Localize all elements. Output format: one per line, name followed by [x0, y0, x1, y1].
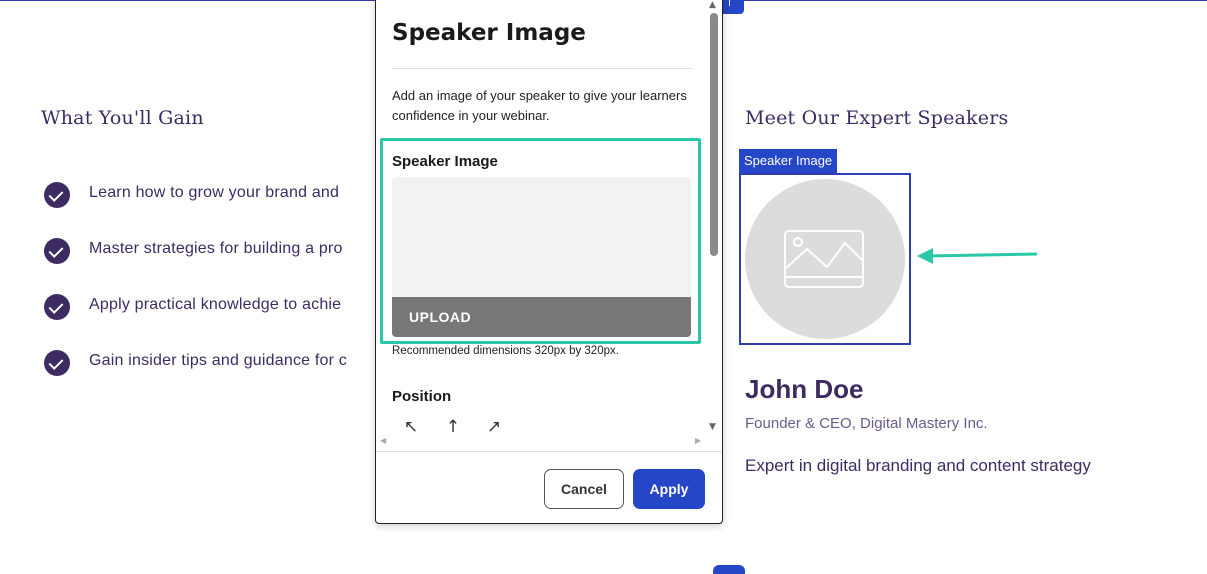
add-section-handle-bottom[interactable]: [713, 565, 745, 574]
horizontal-scrollbar[interactable]: ◀ ▶: [380, 434, 703, 446]
gain-item-text: Apply practical knowledge to achie: [89, 296, 342, 313]
image-placeholder-icon: [784, 230, 864, 288]
list-item: Apply practical knowledge to achie: [44, 294, 384, 350]
modal-title: Speaker Image: [392, 20, 586, 46]
dimensions-hint: Recommended dimensions 320px by 320px.: [392, 345, 619, 357]
list-item: Learn how to grow your brand and: [44, 182, 384, 238]
gain-item-text: Learn how to grow your brand and: [89, 184, 340, 201]
speaker-bio: Expert in digital branding and content s…: [745, 456, 1091, 475]
gain-item-text: Master strategies for building a pro: [89, 240, 343, 257]
check-circle-icon: [44, 350, 70, 376]
cancel-button[interactable]: Cancel: [544, 469, 624, 509]
scrollbar-thumb[interactable]: [710, 13, 718, 256]
footer-divider: [376, 451, 722, 452]
modal-description: Add an image of your speaker to give you…: [392, 88, 687, 123]
apply-button[interactable]: Apply: [633, 469, 705, 509]
list-item: Gain insider tips and guidance for c: [44, 350, 384, 406]
speaker-image-modal: Speaker Image Add an image of your speak…: [375, 0, 723, 524]
position-label: Position: [392, 388, 452, 405]
scroll-left-icon[interactable]: ◀: [380, 436, 386, 445]
check-circle-icon: [44, 294, 70, 320]
scroll-up-icon[interactable]: ▲: [709, 0, 716, 10]
list-item: Master strategies for building a pro: [44, 238, 384, 294]
upload-button[interactable]: UPLOAD: [392, 297, 691, 337]
speaker-role: Founder & CEO, Digital Mastery Inc.: [745, 415, 988, 432]
pointer-arrow-icon: [917, 248, 1038, 264]
gain-list: Learn how to grow your brand and Master …: [44, 182, 384, 406]
divider: [392, 68, 692, 69]
vertical-scrollbar[interactable]: ▲ ▼: [706, 0, 722, 437]
speakers-section-title: Meet Our Expert Speakers: [745, 107, 1009, 129]
scroll-right-icon[interactable]: ▶: [695, 436, 701, 445]
scroll-down-icon[interactable]: ▼: [709, 422, 716, 432]
gain-section-title: What You'll Gain: [41, 107, 204, 129]
speaker-image-placeholder[interactable]: [745, 179, 905, 339]
speaker-name: John Doe: [745, 374, 864, 404]
check-circle-icon: [44, 182, 70, 208]
speaker-image-tag[interactable]: Speaker Image: [739, 149, 838, 173]
gain-item-text: Gain insider tips and guidance for c: [89, 352, 348, 369]
add-section-handle-top[interactable]: [720, 0, 744, 14]
check-circle-icon: [44, 238, 70, 264]
image-drop-area[interactable]: UPLOAD: [392, 177, 691, 337]
speaker-image-field-label: Speaker Image: [392, 153, 498, 170]
modal-scroll-area[interactable]: Speaker Image Add an image of your speak…: [376, 0, 706, 447]
